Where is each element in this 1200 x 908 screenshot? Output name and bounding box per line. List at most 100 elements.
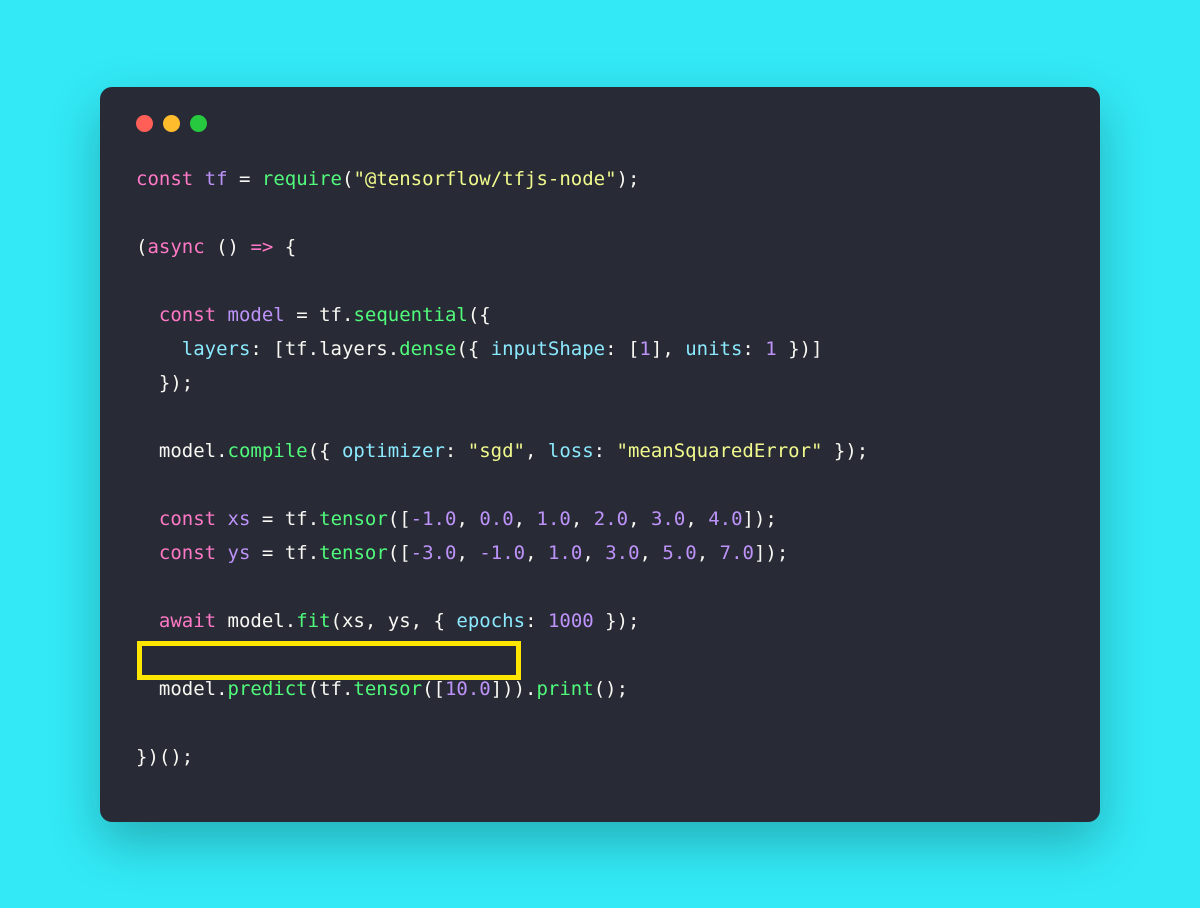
punct: (); <box>594 678 628 700</box>
fn-require: require <box>262 168 342 190</box>
number: 7.0 <box>720 542 754 564</box>
number: 5.0 <box>662 542 696 564</box>
punct: , <box>525 542 548 564</box>
punct: ], <box>651 338 685 360</box>
number: -3.0 <box>411 542 457 564</box>
punct: ({ <box>468 304 491 326</box>
punct: , { <box>411 610 457 632</box>
punct: ]); <box>754 542 788 564</box>
identifier-tf: tf <box>285 508 308 530</box>
number: -1.0 <box>411 508 457 530</box>
punct: }); <box>594 610 640 632</box>
identifier-tf: tf <box>205 168 228 190</box>
number-1: 1 <box>765 338 776 360</box>
punct: , <box>514 508 537 530</box>
punct: , <box>365 610 388 632</box>
number: 2.0 <box>594 508 628 530</box>
fn-dense: dense <box>399 338 456 360</box>
identifier-model: model <box>159 678 216 700</box>
keyword-const: const <box>159 542 216 564</box>
punct: ({ <box>456 338 490 360</box>
fn-predict: predict <box>228 678 308 700</box>
punct: , <box>640 542 663 564</box>
punct: = <box>262 508 273 530</box>
identifier-xs: xs <box>342 610 365 632</box>
identifier-tf: tf <box>319 678 342 700</box>
number: 1.0 <box>537 508 571 530</box>
punct: . <box>216 440 227 462</box>
punct: ([ <box>388 508 411 530</box>
punct: })(); <box>136 746 193 768</box>
fn-tensor: tensor <box>353 678 422 700</box>
punct: , <box>582 542 605 564</box>
punct: ); <box>617 168 640 190</box>
punct: }); <box>822 440 868 462</box>
punct: , <box>697 542 720 564</box>
highlight-annotation <box>137 641 521 680</box>
punct: : <box>594 440 617 462</box>
key-layers: layers <box>182 338 251 360</box>
identifier-xs: xs <box>228 508 251 530</box>
arrow: => <box>250 236 273 258</box>
minimize-icon[interactable] <box>163 115 180 132</box>
punct: ( <box>331 610 342 632</box>
key-optimizer: optimizer <box>342 440 445 462</box>
number: 3.0 <box>651 508 685 530</box>
punct: . <box>342 304 353 326</box>
keyword-async: async <box>147 236 204 258</box>
key-loss: loss <box>548 440 594 462</box>
number: 3.0 <box>605 542 639 564</box>
window-traffic-lights <box>136 115 1064 132</box>
identifier-model: model <box>228 610 285 632</box>
punct: : <box>525 610 548 632</box>
punct: . <box>285 610 296 632</box>
key-epochs: epochs <box>456 610 525 632</box>
number: 0.0 <box>479 508 513 530</box>
punct: , <box>456 508 479 530</box>
punct: . <box>216 678 227 700</box>
identifier-model: model <box>159 440 216 462</box>
punct: , <box>628 508 651 530</box>
punct: : [ <box>605 338 639 360</box>
punct: = <box>239 168 250 190</box>
punct: . <box>308 338 319 360</box>
identifier-tf: tf <box>285 338 308 360</box>
keyword-const: const <box>159 508 216 530</box>
close-icon[interactable] <box>136 115 153 132</box>
key-inputShape: inputShape <box>491 338 605 360</box>
punct: () <box>216 236 239 258</box>
code-editor-window: const tf = require("@tensorflow/tfjs-nod… <box>100 87 1100 822</box>
key-units: units <box>685 338 742 360</box>
identifier-tf: tf <box>285 542 308 564</box>
punct: . <box>388 338 399 360</box>
punct: : [ <box>250 338 284 360</box>
punct: , <box>571 508 594 530</box>
punct: , <box>525 440 548 462</box>
punct: { <box>285 236 296 258</box>
zoom-icon[interactable] <box>190 115 207 132</box>
punct: . <box>308 542 319 564</box>
fn-tensor: tensor <box>319 542 388 564</box>
punct: . <box>342 678 353 700</box>
fn-compile: compile <box>228 440 308 462</box>
fn-sequential: sequential <box>353 304 467 326</box>
punct: }); <box>159 372 193 394</box>
identifier-layers: layers <box>319 338 388 360</box>
code-block: const tf = require("@tensorflow/tfjs-nod… <box>136 162 1064 774</box>
punct: : <box>445 440 468 462</box>
punct: ])). <box>491 678 537 700</box>
punct: , <box>685 508 708 530</box>
fn-tensor: tensor <box>319 508 388 530</box>
fn-fit: fit <box>296 610 330 632</box>
punct: ({ <box>308 440 342 462</box>
punct: = <box>296 304 307 326</box>
string-tfjs: "@tensorflow/tfjs-node" <box>353 168 616 190</box>
punct: ([ <box>388 542 411 564</box>
punct: ( <box>136 236 147 258</box>
string-sgd: "sgd" <box>468 440 525 462</box>
punct: ( <box>342 168 353 190</box>
number-1: 1 <box>639 338 650 360</box>
identifier-ys: ys <box>388 610 411 632</box>
fn-print: print <box>536 678 593 700</box>
punct: ([ <box>422 678 445 700</box>
